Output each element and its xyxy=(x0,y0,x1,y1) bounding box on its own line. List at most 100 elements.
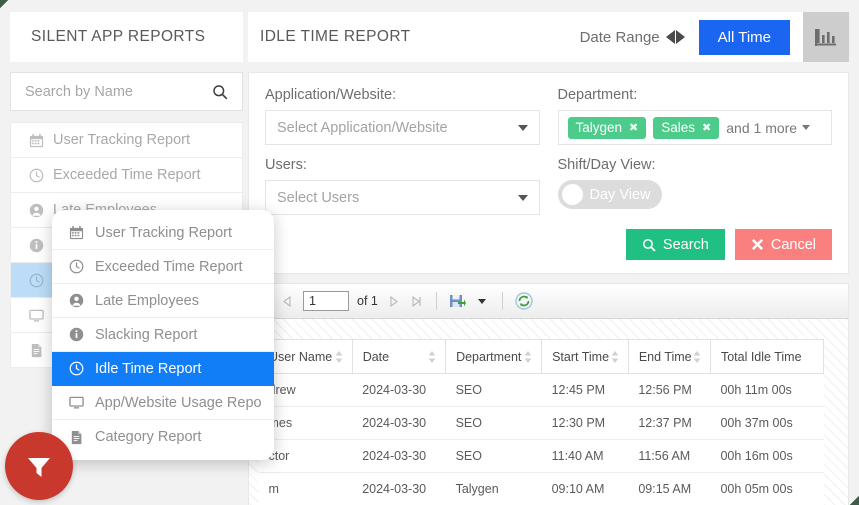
chevron-down-icon xyxy=(517,124,528,131)
report-header: IDLE TIME REPORT Date Range All Time xyxy=(248,12,849,62)
table-header-cell[interactable]: End Time xyxy=(627,339,711,374)
clock-icon xyxy=(29,273,44,288)
table-header-cell[interactable]: Department xyxy=(445,339,543,374)
clock-icon xyxy=(69,259,84,274)
department-tag[interactable]: Sales ✖ xyxy=(653,116,720,139)
search-button[interactable]: Search xyxy=(625,229,725,260)
menu-item-late-employees[interactable]: Late Employees xyxy=(52,284,274,318)
application-label: Application/Website: xyxy=(265,87,397,103)
table-row[interactable]: mes 2024-03-30 SEO 12:30 PM 12:37 PM 00h 37m … xyxy=(258,406,824,440)
remove-tag-icon[interactable]: ✖ xyxy=(629,121,638,134)
export-icon xyxy=(450,294,467,307)
table-cell: 00h 05m 00s xyxy=(710,472,824,505)
cancel-button-label: Cancel xyxy=(770,236,816,253)
monitor-icon xyxy=(29,308,44,323)
table-header-cell[interactable]: Date xyxy=(351,339,447,374)
users-filter: Users: Select Users xyxy=(265,157,540,215)
menu-item-user-tracking-report[interactable]: User Tracking Report xyxy=(52,216,274,250)
table-cell: 11:40 AM xyxy=(541,439,629,473)
next-page-button[interactable] xyxy=(386,294,401,309)
menu-item-label: User Tracking Report xyxy=(95,224,232,241)
clock-icon xyxy=(69,361,84,376)
report-type-dropdown-menu[interactable]: User Tracking Report Exceeded Time Report… xyxy=(52,210,274,460)
department-tagbox[interactable]: Talygen ✖ Sales ✖ and 1 more xyxy=(557,110,832,145)
department-more[interactable]: and 1 more xyxy=(726,120,811,136)
header-controls: Date Range All Time xyxy=(580,12,849,62)
table-cell: m xyxy=(258,472,353,505)
sort-icon[interactable] xyxy=(693,350,701,363)
search-box[interactable] xyxy=(10,72,243,111)
date-range-control[interactable]: Date Range xyxy=(580,29,685,46)
table-row[interactable]: m 2024-03-30 Talygen 09:10 AM 09:15 AM 00h 05… xyxy=(258,472,824,505)
department-label: Department: xyxy=(557,87,638,103)
menu-item-exceeded-time-report[interactable]: Exceeded Time Report xyxy=(52,250,274,284)
table-header-cell[interactable]: Start Time xyxy=(541,339,629,374)
column-label: Total Idle Time xyxy=(720,349,802,364)
page-number-input[interactable] xyxy=(303,291,349,311)
filter-card: Application/Website: Select Application/… xyxy=(248,72,849,274)
next-arrow-icon[interactable] xyxy=(675,30,685,44)
menu-item-label: Late Employees xyxy=(95,292,199,309)
shift-day-view-label: Shift/Day View: xyxy=(557,157,656,173)
person-icon xyxy=(29,203,44,218)
sidebar-item-user-tracking-report[interactable]: User Tracking Report xyxy=(11,123,242,158)
menu-item-app-website-usage-repo[interactable]: App/Website Usage Repo xyxy=(52,386,274,420)
table-cell: 09:10 AM xyxy=(541,472,629,505)
menu-item-slacking-report[interactable]: Slacking Report xyxy=(52,318,274,352)
menu-item-label: Slacking Report xyxy=(95,326,198,343)
main-panel: IDLE TIME REPORT Date Range All Time App… xyxy=(248,12,849,505)
table-cell: 12:30 PM xyxy=(541,406,629,440)
chart-view-button[interactable] xyxy=(803,12,849,62)
search-input[interactable] xyxy=(25,83,212,100)
sort-icon[interactable] xyxy=(611,350,619,363)
table-cell: SEO xyxy=(445,439,542,473)
menu-item-label: Idle Time Report xyxy=(95,360,202,377)
day-view-toggle[interactable]: Day View xyxy=(557,180,662,209)
document-icon xyxy=(69,430,84,445)
toolbar-divider xyxy=(501,292,503,310)
table-header-row: User Name Date Department Start Time End Tim… xyxy=(258,339,825,374)
all-time-button[interactable]: All Time xyxy=(698,19,790,55)
table-cell: 12:37 PM xyxy=(628,406,711,440)
column-label: End Time xyxy=(638,349,692,364)
menu-item-idle-time-report[interactable]: Idle Time Report xyxy=(52,352,274,386)
users-select[interactable]: Select Users xyxy=(265,180,540,215)
date-range-arrows[interactable] xyxy=(665,30,685,44)
department-tag[interactable]: Talygen ✖ xyxy=(567,116,647,139)
menu-item-label: App/Website Usage Repo xyxy=(95,394,262,411)
refresh-icon xyxy=(515,292,534,310)
filter-funnel-icon xyxy=(28,458,50,477)
table-cell: 00h 37m 00s xyxy=(710,406,824,440)
export-dropdown-caret[interactable] xyxy=(475,294,490,309)
application-select[interactable]: Select Application/Website xyxy=(265,110,540,145)
sort-icon[interactable] xyxy=(428,350,436,363)
export-button[interactable] xyxy=(449,292,467,310)
menu-item-category-report[interactable]: Category Report xyxy=(52,420,274,454)
cancel-button[interactable]: Cancel xyxy=(734,229,832,260)
last-page-button[interactable] xyxy=(409,294,424,309)
prev-arrow-icon[interactable] xyxy=(665,30,675,44)
report-table-container: User Name Date Department Start Time End Tim… xyxy=(258,339,825,505)
sort-icon[interactable] xyxy=(335,350,343,363)
corner-artifact-top-left xyxy=(0,0,9,9)
filter-fab-button[interactable] xyxy=(5,432,73,500)
table-header-cell[interactable]: Total Idle Time xyxy=(709,339,825,374)
idle-time-table: User Name Date Department Start Time End Tim… xyxy=(258,339,825,505)
search-icon xyxy=(642,238,656,252)
table-row[interactable]: ctor 2024-03-30 SEO 11:40 AM 11:56 AM 00h 16m… xyxy=(258,439,824,473)
remove-tag-icon[interactable]: ✖ xyxy=(702,121,711,134)
application-select-value: Select Application/Website xyxy=(277,119,448,136)
table-row[interactable]: drew 2024-03-30 SEO 12:45 PM 12:56 PM 00h 11m… xyxy=(258,373,824,407)
filter-actions: Search Cancel xyxy=(265,229,832,260)
sort-icon[interactable] xyxy=(524,350,532,363)
person-icon xyxy=(69,293,84,308)
sidebar-item-exceeded-time-report[interactable]: Exceeded Time Report xyxy=(11,158,242,193)
department-tag-label: Sales xyxy=(661,120,696,135)
users-select-value: Select Users xyxy=(277,189,360,206)
search-icon xyxy=(213,84,228,99)
application-filter: Application/Website: Select Application/… xyxy=(265,87,540,145)
department-tag-label: Talygen xyxy=(575,120,623,135)
users-label: Users: xyxy=(265,157,307,173)
prev-page-button[interactable] xyxy=(280,294,295,309)
refresh-button[interactable] xyxy=(515,292,534,311)
